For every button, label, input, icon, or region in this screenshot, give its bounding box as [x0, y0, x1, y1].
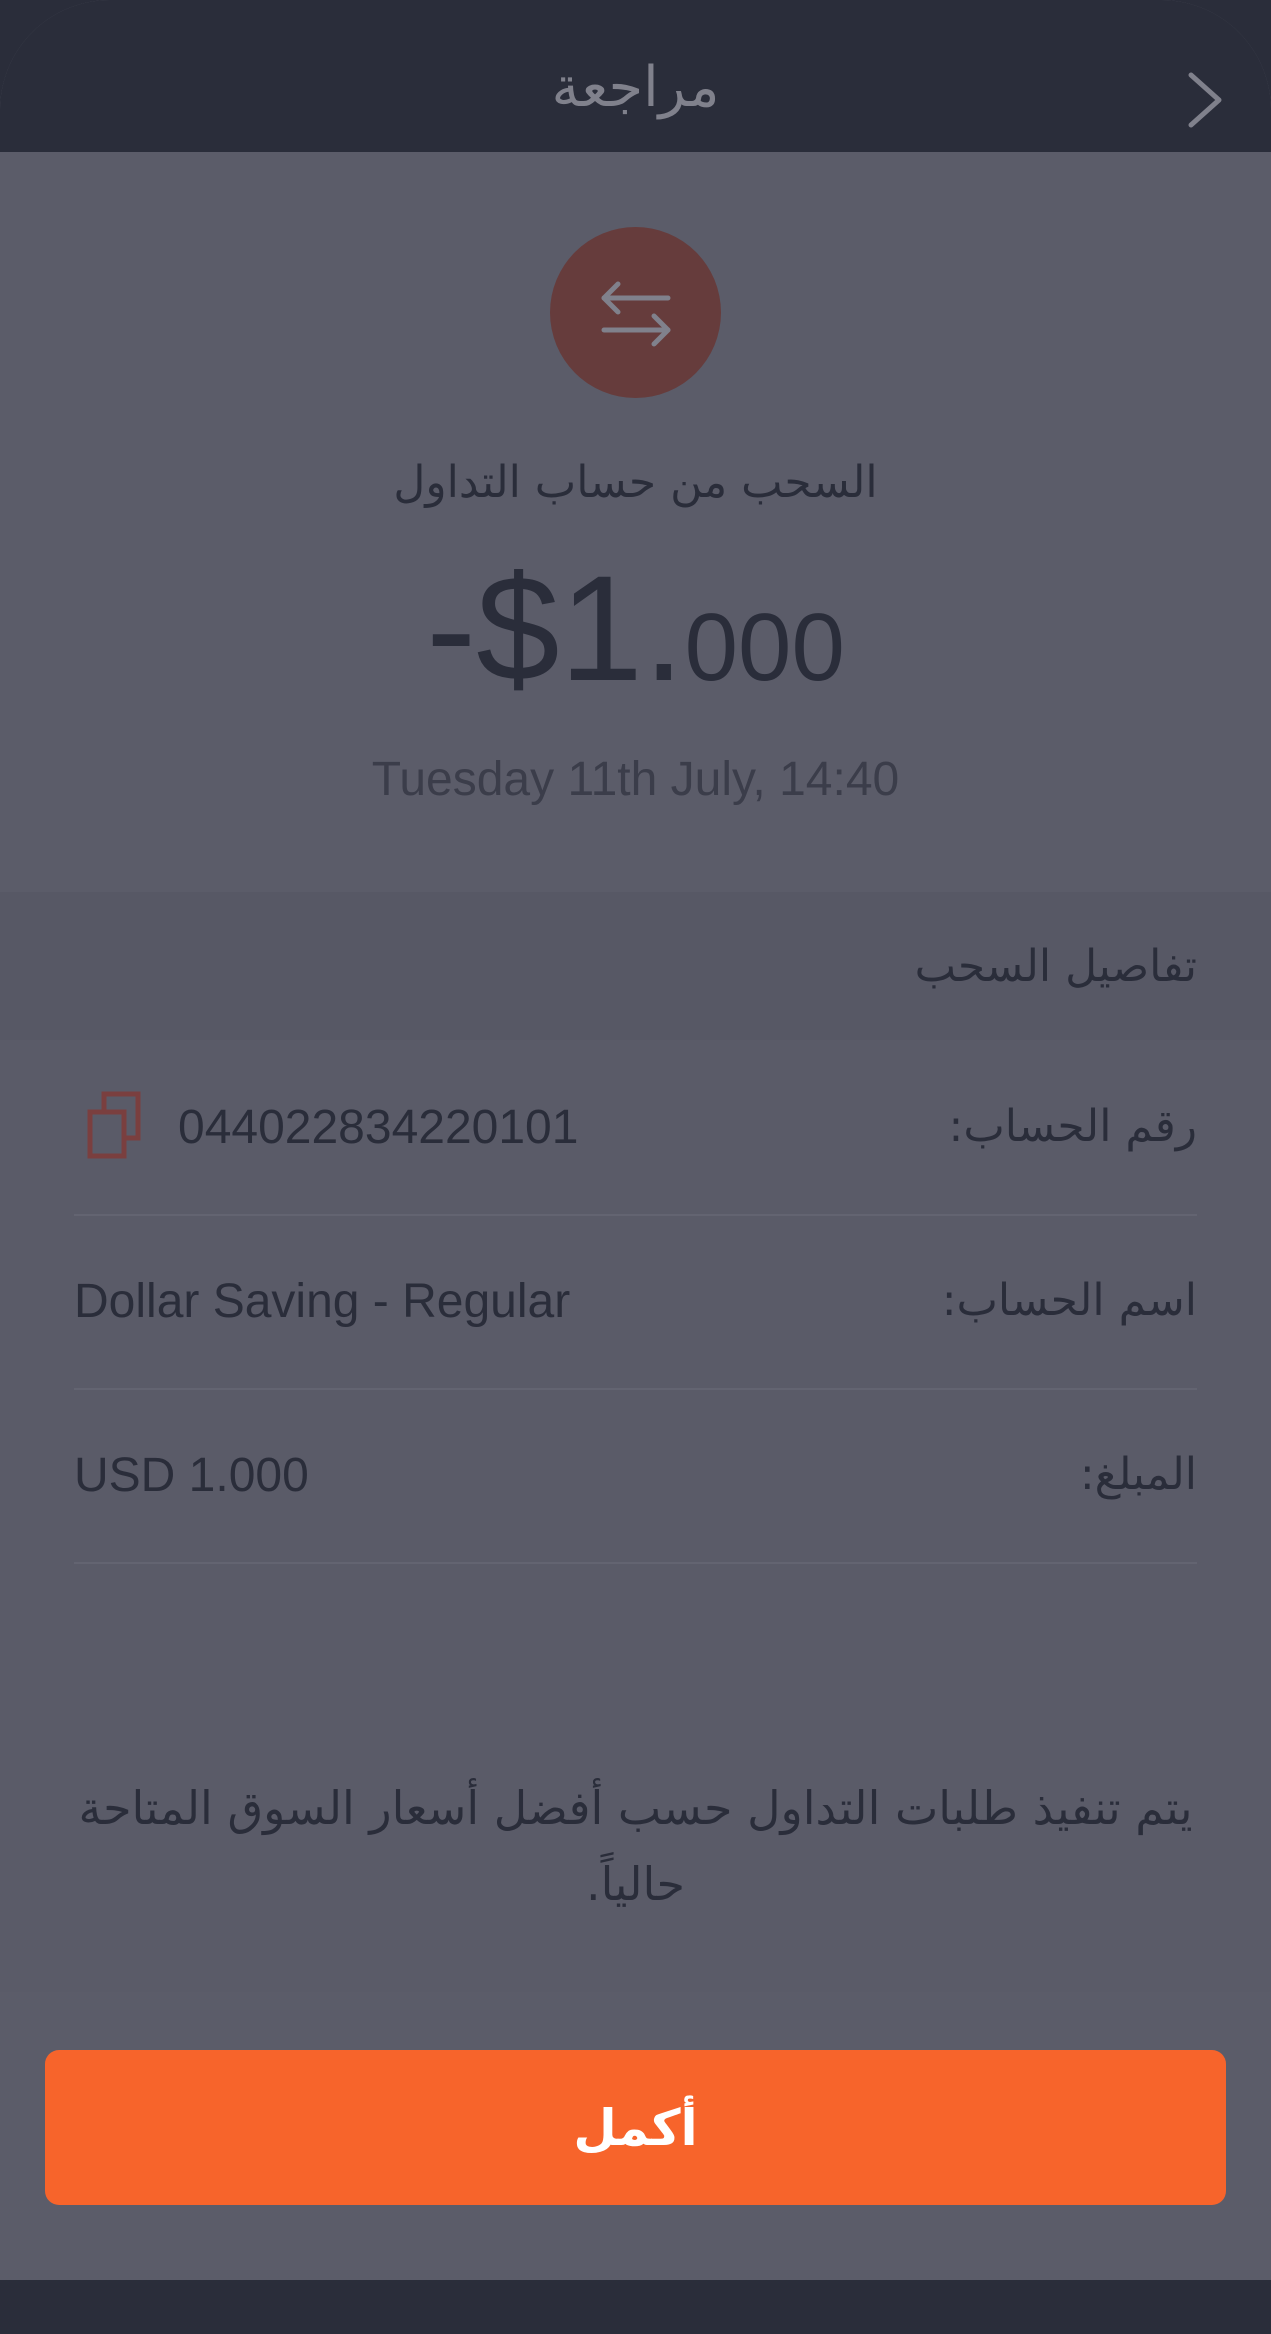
account-number-value: 044022834220101	[178, 1101, 579, 1154]
detail-row-amount: المبلغ: USD 1.000	[74, 1388, 1197, 1564]
amount-decimals: 000	[684, 594, 845, 701]
market-price-notice: يتم تنفيذ طلبات التداول حسب أفضل أسعار ا…	[78, 1781, 1193, 1911]
amount-value: USD 1.000	[74, 1449, 309, 1502]
top-bar: مراجعة	[0, 0, 1271, 152]
account-name-label: اسم الحساب:	[941, 1275, 1197, 1326]
copy-icon	[87, 1091, 141, 1159]
bottom-bar	[0, 2280, 1271, 2334]
page-title: مراجعة	[551, 55, 720, 120]
detail-row-account-number: رقم الحساب: 044022834220101	[74, 1040, 1197, 1216]
amount-label: المبلغ:	[1079, 1449, 1197, 1500]
amount-main: -$1.	[426, 544, 685, 712]
back-button[interactable]	[1177, 64, 1233, 136]
continue-button[interactable]: أكمل	[45, 2050, 1226, 2205]
chevron-right-icon	[1188, 72, 1222, 128]
transaction-title: السحب من حساب التداول	[393, 457, 878, 508]
account-number-label: رقم الحساب:	[948, 1101, 1198, 1152]
review-screen: مراجعة السحب من حساب التداول -$1.000 Tue…	[0, 0, 1271, 2334]
detail-row-account-name: اسم الحساب: Dollar Saving - Regular	[74, 1214, 1197, 1390]
transaction-datetime: Tuesday 11th July, 14:40	[371, 753, 900, 806]
transfer-icon-circle	[550, 227, 721, 398]
account-name-value: Dollar Saving - Regular	[74, 1275, 571, 1328]
details-title: تفاصيل السحب	[914, 941, 1197, 992]
swap-arrows-icon	[601, 281, 670, 346]
copy-account-number-button[interactable]	[84, 1090, 144, 1162]
transaction-amount: -$1.000	[0, 548, 1271, 756]
